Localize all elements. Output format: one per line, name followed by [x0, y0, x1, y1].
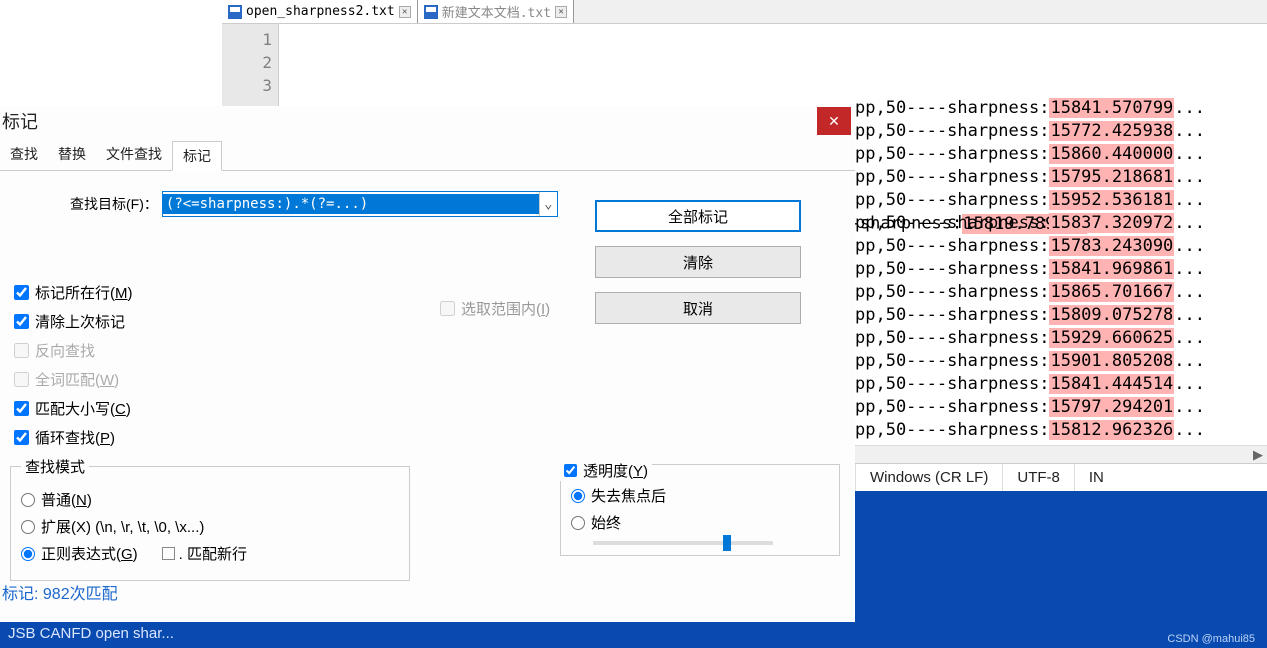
- chk-dot-newline[interactable]: . 匹配新行: [162, 543, 247, 564]
- transparency-slider[interactable]: [593, 541, 773, 545]
- status-encoding: UTF-8: [1002, 464, 1074, 491]
- tab-label: open_sharpness2.txt: [246, 4, 395, 19]
- editor-tabs: open_sharpness2.txt ✕ 新建文本文档.txt ✕: [222, 0, 1267, 24]
- close-icon[interactable]: ✕: [399, 6, 411, 18]
- tab-file-1[interactable]: open_sharpness2.txt ✕: [222, 0, 418, 23]
- editor-partial[interactable]: pp,50----sharpness:15841.570799...pp,50-…: [855, 97, 1205, 442]
- h-scrollbar[interactable]: ▶: [855, 445, 1267, 463]
- close-button[interactable]: ✕: [817, 107, 851, 135]
- desktop-bg: [855, 491, 1267, 622]
- taskbar[interactable]: JSB CANFD open shar...: [0, 622, 1267, 648]
- find-label: 查找目标(F)：: [70, 194, 158, 214]
- rad-extended[interactable]: 扩展(X) (\n, \r, \t, \0, \x...): [21, 516, 399, 537]
- tab-mark[interactable]: 标记: [172, 141, 222, 171]
- dialog-tabs: 查找 替换 文件查找 标记: [0, 140, 855, 171]
- watermark: CSDN @mahui85: [1167, 633, 1255, 645]
- chk-in-selection: 选取范围内(I): [440, 298, 550, 319]
- status-mode: IN: [1074, 464, 1118, 491]
- chk-clearprev[interactable]: 清除上次标记: [14, 311, 133, 332]
- chk-markline[interactable]: 标记所在行(M): [14, 282, 133, 303]
- tab-find[interactable]: 查找: [0, 140, 48, 170]
- scroll-right-icon[interactable]: ▶: [1249, 447, 1267, 463]
- chk-transparency[interactable]: 透明度(Y): [560, 460, 652, 481]
- cancel-button[interactable]: 取消: [595, 292, 801, 324]
- chk-wholeword: 全词匹配(W): [14, 369, 133, 390]
- rad-always[interactable]: 始终: [571, 512, 829, 533]
- tab-file-2[interactable]: 新建文本文档.txt ✕: [418, 0, 574, 23]
- close-icon[interactable]: ✕: [555, 6, 567, 18]
- search-mode-group: 查找模式 普通(N) 扩展(X) (\n, \r, \t, \0, \x...)…: [10, 456, 410, 581]
- chk-matchcase[interactable]: 匹配大小写(C): [14, 398, 133, 419]
- tab-findinfiles[interactable]: 文件查找: [96, 140, 172, 170]
- find-input[interactable]: (?<=sharpness:).*(?=...) ⌄: [162, 191, 558, 217]
- rad-onlosefocus[interactable]: 失去焦点后: [571, 485, 829, 506]
- status-bar: Windows (CR LF) UTF-8 IN: [855, 463, 1267, 491]
- chk-backward: 反向查找: [14, 340, 133, 361]
- chevron-down-icon[interactable]: ⌄: [539, 192, 557, 216]
- save-icon: [228, 5, 242, 19]
- mark-dialog: 标记 ✕ 查找 替换 文件查找 标记 查找目标(F)： (?<=sharpnes…: [0, 106, 855, 630]
- clear-button[interactable]: 清除: [595, 246, 801, 278]
- dialog-title: 标记: [0, 108, 817, 134]
- rad-normal[interactable]: 普通(N): [21, 489, 399, 510]
- chk-wrap[interactable]: 循环查找(P): [14, 427, 133, 448]
- tab-replace[interactable]: 替换: [48, 140, 96, 170]
- tab-label: 新建文本文档.txt: [442, 2, 551, 21]
- save-icon: [424, 5, 438, 19]
- slider-thumb[interactable]: [723, 535, 731, 551]
- rad-regex[interactable]: 正则表达式(G) . 匹配新行: [21, 543, 399, 564]
- result-status: 标记: 982次匹配: [0, 580, 118, 604]
- mark-all-button[interactable]: 全部标记: [595, 200, 801, 232]
- status-eol: Windows (CR LF): [855, 464, 1002, 491]
